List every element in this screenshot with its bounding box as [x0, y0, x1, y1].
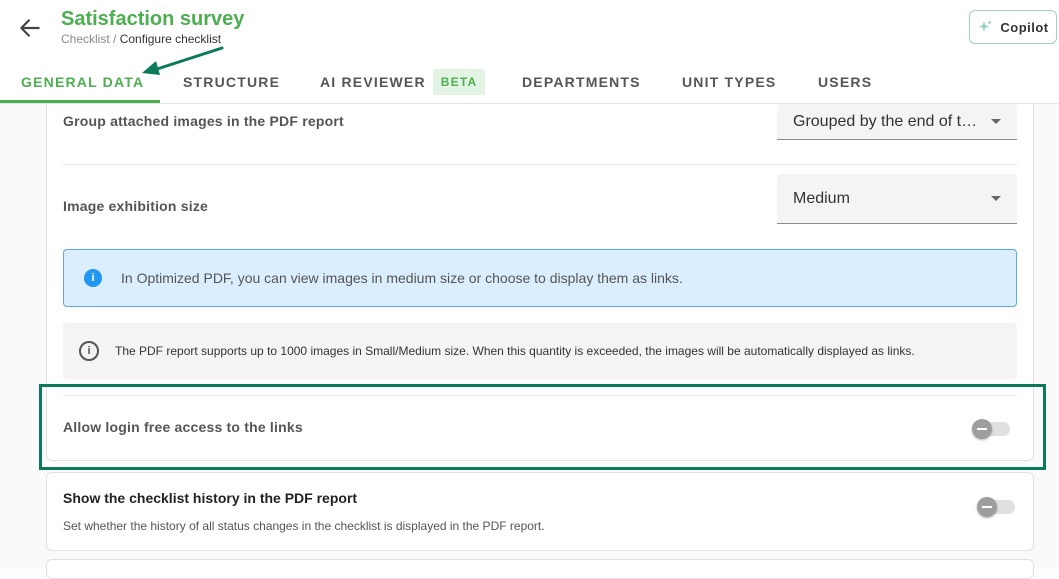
tab-users[interactable]: USERS: [818, 60, 872, 104]
image-size-select[interactable]: Medium: [777, 174, 1017, 224]
breadcrumb: Checklist / Configure checklist: [61, 32, 221, 46]
image-size-label: Image exhibition size: [63, 198, 209, 214]
note-message: The PDF report supports up to 1000 image…: [115, 344, 915, 358]
tab-general-data[interactable]: GENERAL DATA: [21, 60, 144, 104]
group-images-label: Group attached images in the PDF report: [63, 113, 344, 129]
group-images-select[interactable]: Grouped by the end of the checklist: [777, 104, 1017, 140]
chevron-down-icon: [991, 196, 1001, 201]
tab-ai-reviewer[interactable]: AI REVIEWER BETA: [320, 60, 486, 104]
history-toggle[interactable]: [977, 497, 1015, 517]
login-free-toggle[interactable]: [972, 419, 1010, 439]
info-outline-icon: i: [79, 341, 99, 361]
info-alert: i In Optimized PDF, you can view images …: [63, 249, 1017, 307]
chevron-down-icon: [991, 119, 1001, 124]
page-title: Satisfaction survey: [61, 8, 245, 30]
history-description: Set whether the history of all status ch…: [63, 519, 545, 533]
divider: [63, 395, 1017, 396]
info-message: In Optimized PDF, you can view images in…: [121, 270, 683, 286]
breadcrumb-parent[interactable]: Checklist: [61, 32, 110, 46]
page-header: Satisfaction survey Checklist / Configur…: [0, 0, 1059, 104]
info-icon: i: [84, 269, 102, 287]
sparkle-icon: [978, 20, 993, 32]
login-free-label: Allow login free access to the links: [63, 419, 303, 435]
active-tab-indicator: [0, 100, 160, 103]
divider: [63, 164, 1017, 165]
beta-badge: BETA: [432, 69, 486, 95]
copilot-button[interactable]: Copilot: [969, 10, 1057, 44]
tab-structure[interactable]: STRUCTURE: [183, 60, 280, 104]
history-card: Show the checklist history in the PDF re…: [46, 472, 1034, 551]
breadcrumb-current: Configure checklist: [119, 32, 222, 46]
next-settings-card: [46, 559, 1034, 579]
copilot-label: Copilot: [1000, 19, 1049, 35]
history-label: Show the checklist history in the PDF re…: [63, 490, 358, 506]
tab-departments[interactable]: DEPARTMENTS: [522, 60, 641, 104]
breadcrumb-separator: /: [113, 32, 117, 46]
back-arrow-icon[interactable]: [17, 15, 43, 41]
tab-unit-types[interactable]: UNIT TYPES: [682, 60, 776, 104]
note-alert: i The PDF report supports up to 1000 ima…: [63, 323, 1017, 379]
